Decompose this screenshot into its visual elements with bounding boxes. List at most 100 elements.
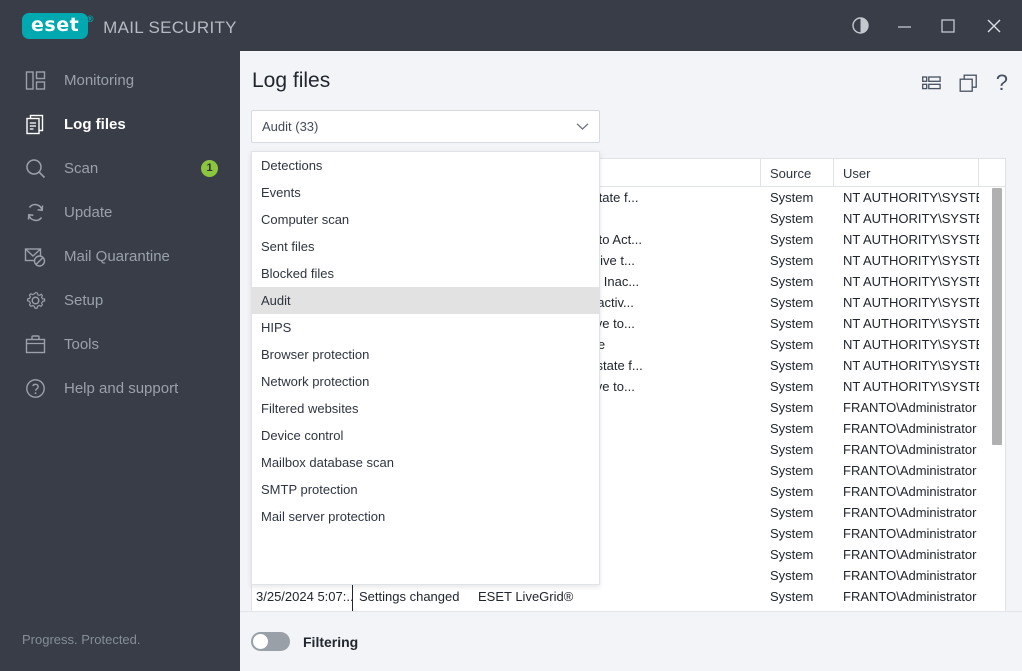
cell-user: NT AUTHORITY\SYSTEM bbox=[843, 253, 979, 268]
cell-source: System bbox=[770, 400, 814, 415]
cell-user: FRANTO\Administrator bbox=[843, 463, 977, 478]
filtering-toggle[interactable] bbox=[251, 632, 290, 651]
log-type-select[interactable]: Audit (33) bbox=[251, 110, 600, 143]
cell-time: 3/25/2024 5:07:... bbox=[256, 589, 352, 604]
columns-layout-icon[interactable] bbox=[921, 75, 941, 91]
product-name: MAIL SECURITY bbox=[103, 17, 237, 37]
sidebar-item-label: Help and support bbox=[64, 379, 179, 397]
cell-source: System bbox=[770, 442, 814, 457]
cell-user: NT AUTHORITY\SYSTEM bbox=[843, 295, 979, 310]
sidebar-item-tools[interactable]: Tools bbox=[0, 322, 240, 366]
registered-trademark-icon: ® bbox=[85, 14, 96, 25]
tools-icon bbox=[22, 331, 48, 357]
cell-source: System bbox=[770, 568, 814, 583]
sidebar-item-help-and-support[interactable]: Help and support bbox=[0, 366, 240, 410]
app-brand: eset ® MAIL SECURITY bbox=[22, 12, 237, 39]
help-question-icon[interactable]: ? bbox=[996, 72, 1008, 94]
dropdown-option-mailbox-database-scan[interactable]: Mailbox database scan bbox=[252, 449, 599, 476]
cell-source: System bbox=[770, 421, 814, 436]
cell-user: NT AUTHORITY\SYSTEM bbox=[843, 316, 979, 331]
monitoring-icon bbox=[22, 67, 48, 93]
dropdown-option-network-protection[interactable]: Network protection bbox=[252, 368, 599, 395]
cell-source: System bbox=[770, 295, 814, 310]
cell-source: System bbox=[770, 379, 814, 394]
log-type-dropdown-list[interactable]: Detections Events Computer scan Sent files B… bbox=[251, 151, 600, 585]
cell-detail: ESET LiveGrid® bbox=[478, 589, 574, 604]
close-icon[interactable] bbox=[970, 0, 1018, 51]
dropdown-option-computer-scan[interactable]: Computer scan bbox=[252, 206, 599, 233]
minimize-icon[interactable] bbox=[882, 0, 926, 51]
main-content: Log files ? Audit (33) Source User state… bbox=[240, 51, 1022, 671]
column-header-source[interactable]: Source bbox=[761, 159, 834, 187]
table-vertical-scrollbar[interactable] bbox=[989, 187, 1005, 625]
cell-source: System bbox=[770, 505, 814, 520]
cell-source: System bbox=[770, 190, 814, 205]
window-controls bbox=[838, 0, 1022, 51]
cell-user: NT AUTHORITY\SYSTEM bbox=[843, 190, 979, 205]
cell-user: NT AUTHORITY\SYSTEM bbox=[843, 358, 979, 373]
scan-badge: 1 bbox=[201, 159, 218, 177]
mail-quarantine-icon bbox=[22, 243, 48, 269]
cell-source: System bbox=[770, 211, 814, 226]
dropdown-option-browser-protection[interactable]: Browser protection bbox=[252, 341, 599, 368]
sidebar-item-label: Log files bbox=[64, 115, 126, 133]
eset-mail-security-window: eset ® MAIL SECURITY Monitoring Log file… bbox=[0, 0, 1022, 671]
filtering-bar: Filtering bbox=[240, 611, 1022, 671]
cell-source: System bbox=[770, 484, 814, 499]
cell-source: System bbox=[770, 526, 814, 541]
update-icon bbox=[22, 199, 48, 225]
cell-source: System bbox=[770, 547, 814, 562]
copy-icon[interactable] bbox=[959, 74, 978, 93]
dropdown-option-blocked-files[interactable]: Blocked files bbox=[252, 260, 599, 287]
cell-user: NT AUTHORITY\SYSTEM bbox=[843, 211, 979, 226]
sidebar-item-scan[interactable]: Scan 1 bbox=[0, 146, 240, 190]
chevron-down-icon[interactable] bbox=[576, 122, 589, 131]
sidebar-item-label: Tools bbox=[64, 335, 100, 353]
sidebar-item-mail-quarantine[interactable]: Mail Quarantine bbox=[0, 234, 240, 278]
dropdown-option-events[interactable]: Events bbox=[252, 179, 599, 206]
sidebar-item-update[interactable]: Update bbox=[0, 190, 240, 234]
dropdown-option-hips[interactable]: HIPS bbox=[252, 314, 599, 341]
column-header-user[interactable]: User bbox=[834, 159, 979, 187]
help-icon bbox=[22, 375, 48, 401]
cell-user: FRANTO\Administrator bbox=[843, 526, 977, 541]
sidebar-item-monitoring[interactable]: Monitoring bbox=[0, 58, 240, 102]
setup-icon bbox=[22, 287, 48, 313]
cell-user: FRANTO\Administrator bbox=[843, 400, 977, 415]
maximize-icon[interactable] bbox=[926, 0, 970, 51]
cell-user: FRANTO\Administrator bbox=[843, 568, 977, 583]
cell-user: NT AUTHORITY\SYSTEM bbox=[843, 274, 979, 289]
cell-source: System bbox=[770, 253, 814, 268]
cell-user: FRANTO\Administrator bbox=[843, 421, 977, 436]
scrollbar-thumb[interactable] bbox=[992, 188, 1002, 445]
cell-event: Settings changed bbox=[352, 586, 472, 607]
dropdown-option-smtp-protection[interactable]: SMTP protection bbox=[252, 476, 599, 503]
cell-user: FRANTO\Administrator bbox=[843, 484, 977, 499]
dropdown-option-filtered-websites[interactable]: Filtered websites bbox=[252, 395, 599, 422]
cell-source: System bbox=[770, 337, 814, 352]
sidebar-item-label: Update bbox=[64, 203, 113, 221]
column-header-spacer bbox=[979, 159, 1005, 187]
sidebar-item-label: Monitoring bbox=[64, 71, 135, 89]
cell-source: System bbox=[770, 316, 814, 331]
cell-source: System bbox=[770, 589, 814, 604]
table-row[interactable]: 3/25/2024 5:07:...Settings changed ESET L… bbox=[252, 586, 1005, 607]
dropdown-option-detections[interactable]: Detections bbox=[252, 152, 599, 179]
cell-user: NT AUTHORITY\SYSTEM bbox=[843, 337, 979, 352]
cell-user: FRANTO\Administrator bbox=[843, 547, 977, 562]
dropdown-option-mail-server-protection[interactable]: Mail server protection bbox=[252, 503, 599, 530]
cell-source: System bbox=[770, 358, 814, 373]
dropdown-option-sent-files[interactable]: Sent files bbox=[252, 233, 599, 260]
cell-source: System bbox=[770, 463, 814, 478]
dropdown-option-audit[interactable]: Audit bbox=[252, 287, 599, 314]
eset-logo: eset ® bbox=[22, 12, 95, 39]
sidebar-item-setup[interactable]: Setup bbox=[0, 278, 240, 322]
dropdown-option-device-control[interactable]: Device control bbox=[252, 422, 599, 449]
header-actions: ? bbox=[921, 72, 1008, 94]
contrast-toggle-icon[interactable] bbox=[838, 0, 882, 51]
sidebar-item-label: Setup bbox=[64, 291, 104, 309]
scan-icon bbox=[22, 155, 48, 181]
sidebar-item-label: Mail Quarantine bbox=[64, 247, 170, 265]
sidebar-item-log-files[interactable]: Log files bbox=[0, 102, 240, 146]
cell-user: NT AUTHORITY\SYSTEM bbox=[843, 379, 979, 394]
